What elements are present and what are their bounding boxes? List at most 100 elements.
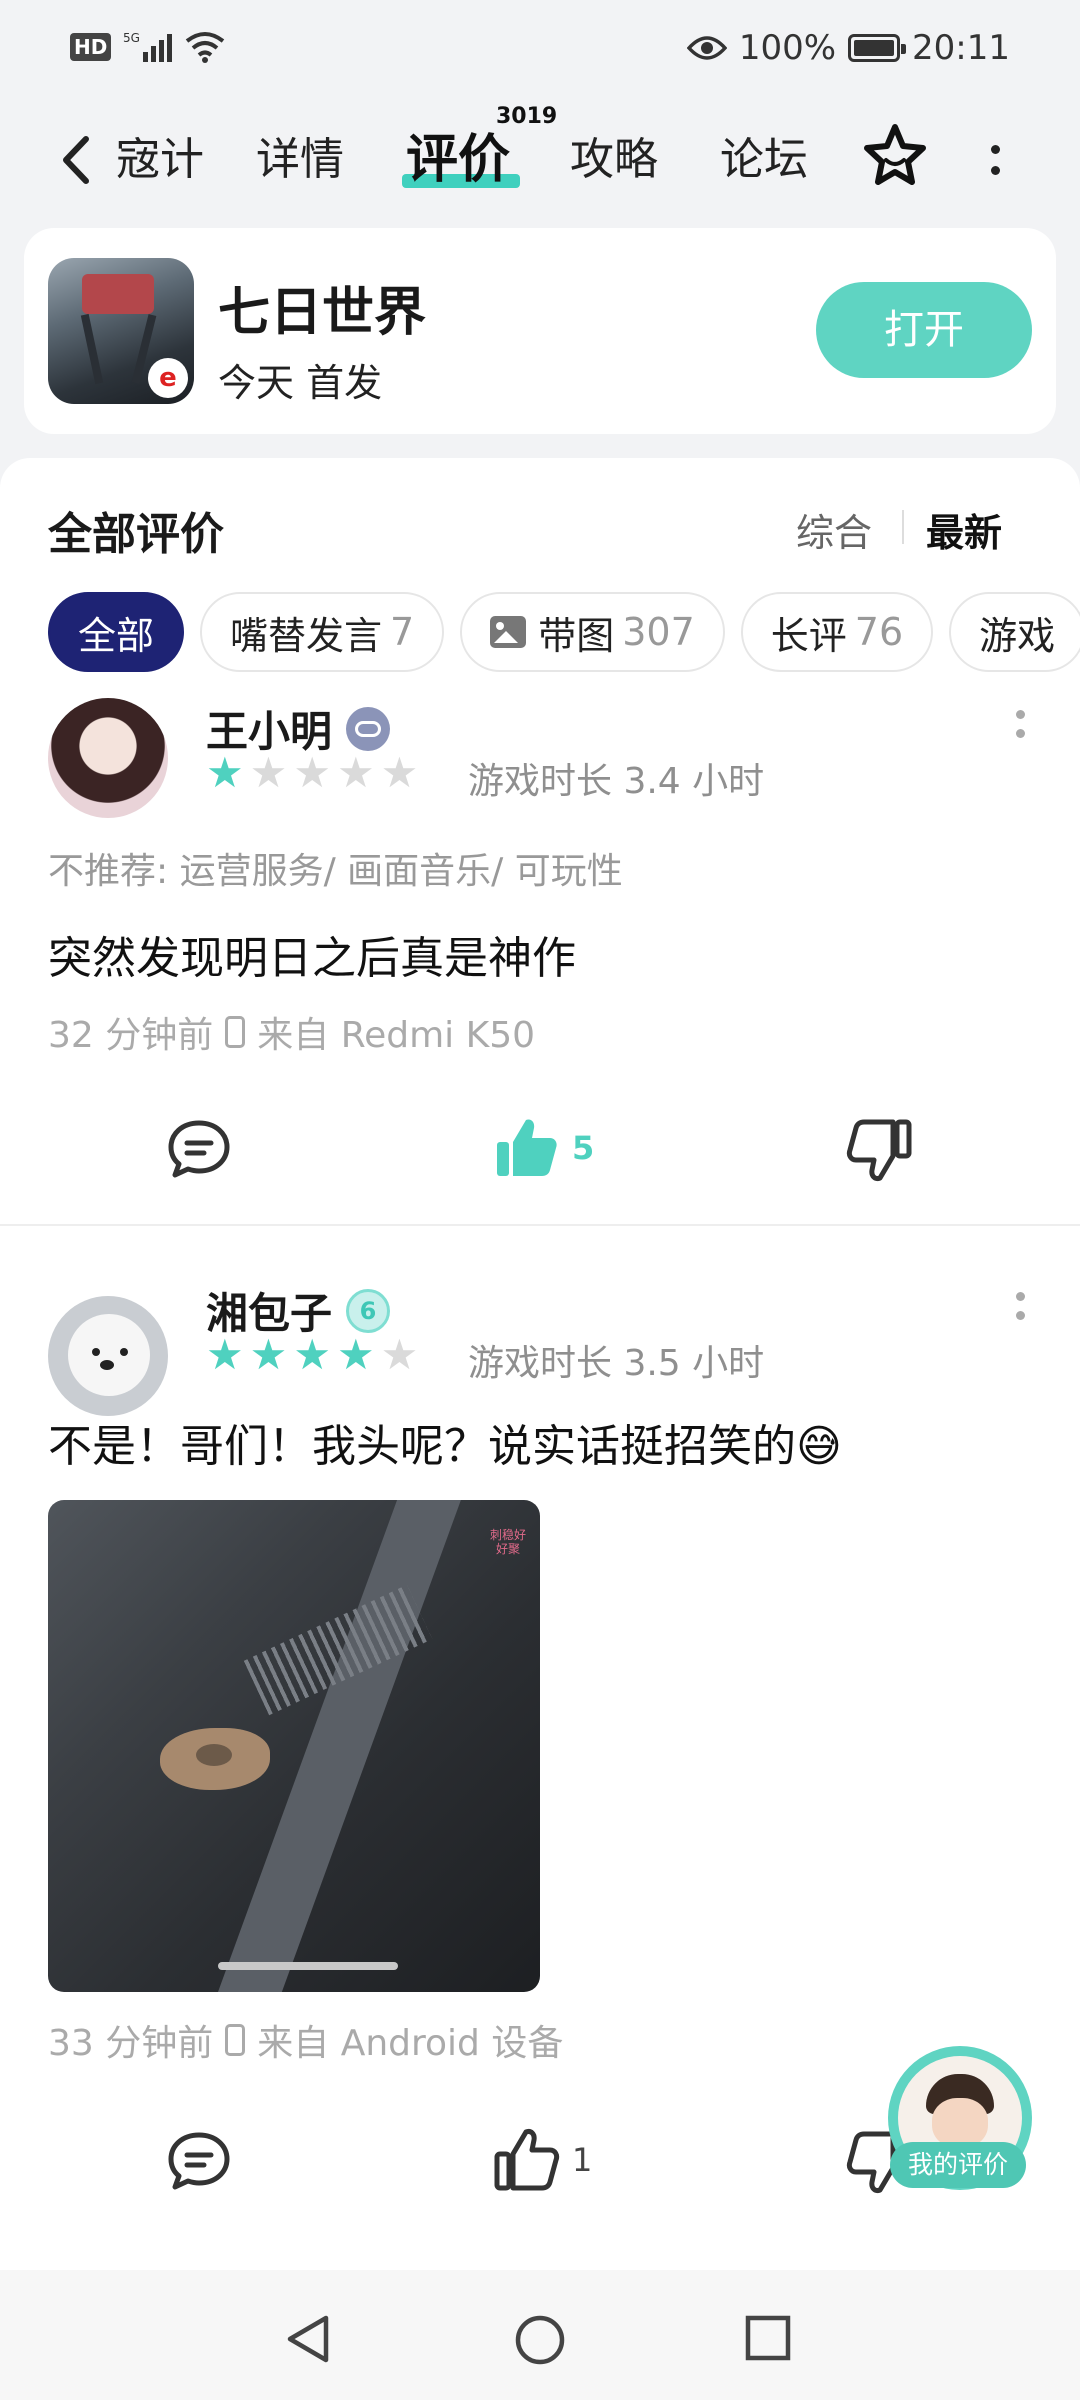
more-dot-icon [990, 145, 1000, 154]
filter-chip-label: 嘴替发言 [230, 613, 383, 658]
filter-chip-count: 76 [854, 610, 904, 654]
filter-chip-count: 307 [622, 610, 695, 654]
divider [0, 1224, 1080, 1226]
filter-chip-game[interactable]: 游戏 [949, 592, 1080, 672]
more-menu-button[interactable] [980, 130, 1010, 190]
star-empty-icon: ★ [380, 748, 419, 797]
comment-button[interactable] [166, 1118, 232, 1180]
section-title: 全部评价 [48, 509, 224, 560]
review-text[interactable]: 不是！哥们！我头呢？说实话挺招笑的😅 [48, 1410, 842, 1474]
review-device: 来自 Redmi K50 [257, 1015, 536, 1056]
comment-icon [168, 1120, 230, 1178]
signal-icon: 5G [123, 31, 173, 62]
star-empty-icon: ★ [293, 748, 331, 797]
play-time: 游戏时长 3.4 小时 [468, 761, 765, 802]
filter-chip-long[interactable]: 长评 76 [740, 592, 934, 672]
star-empty-icon: ★ [380, 1330, 419, 1379]
status-bar: HD 5G 100% 20:11 [0, 0, 1080, 100]
tab-forum[interactable]: 论坛 [720, 130, 808, 190]
image-icon [490, 616, 527, 648]
rating-stars: ★ ★ ★ ★ ★ [206, 1334, 418, 1376]
eye-icon [686, 36, 727, 60]
top-nav: 宼计 详情 评价 3019 攻略 论坛 [0, 100, 1080, 220]
wifi-icon [186, 32, 225, 63]
system-nav-bar [0, 2270, 1080, 2400]
star-empty-icon: ★ [249, 748, 288, 797]
app-icon[interactable]: e [48, 258, 194, 404]
filter-chips: 全部 嘴替发言 7 带图 307 长评 76 游戏 [48, 592, 1080, 672]
review-tags: 不推荐: 运营服务/ 画面音乐/ 可玩性 [48, 851, 623, 892]
back-button[interactable] [58, 130, 106, 190]
tab-guides[interactable]: 攻略 [570, 130, 658, 190]
star-filled-icon: ★ [293, 1330, 331, 1379]
filter-chip-with-images[interactable]: 带图 307 [460, 592, 725, 672]
my-review-button[interactable]: 我的评价 [890, 2142, 1026, 2188]
nav-recents-icon[interactable] [744, 2314, 792, 2362]
tab-reviews[interactable]: 评价 [406, 130, 510, 190]
open-button[interactable]: 打开 [816, 282, 1032, 378]
filter-chip-label: 游戏 [979, 613, 1056, 658]
tab-details[interactable]: 详情 [256, 130, 344, 190]
nav-home-icon[interactable] [514, 2314, 566, 2366]
back-label[interactable]: 宼计 [116, 130, 204, 190]
battery-icon [848, 34, 907, 62]
more-dot-icon [1015, 1311, 1025, 1320]
app-card: e 七日世界 今天 首发 打开 [24, 228, 1056, 434]
star-outline-icon [864, 124, 926, 185]
filter-chip-count: 7 [390, 610, 415, 654]
review-time: 33 分钟前 [48, 2023, 214, 2064]
chevron-left-icon [63, 136, 89, 184]
network-label: 5G [123, 31, 140, 45]
reviews-panel: 全部评价 综合 最新 全部 嘴替发言 7 带图 307 长评 76 游戏 王小明… [0, 458, 1080, 2270]
tab-reviews-count: 3019 [496, 104, 558, 129]
sort-combined[interactable]: 综合 [796, 502, 872, 557]
review-card: 王小明 ★ ★ ★ ★ ★ 游戏时长 3.4 小时 不推荐: 运营服务/ 画面音乐/ 可… [0, 698, 1080, 1280]
publisher-logo-icon: e [148, 358, 188, 398]
dislike-button[interactable] [846, 1118, 912, 1182]
review-device: 来自 Android 设备 [257, 2023, 564, 2064]
nav-back-icon[interactable] [284, 2314, 332, 2364]
thumbs-up-filled-icon [497, 1119, 557, 1176]
star-filled-icon: ★ [206, 748, 244, 797]
swirl-badge-icon: 6 [346, 1288, 391, 1333]
clock: 20:11 [912, 28, 1010, 68]
star-filled-icon: ★ [206, 1330, 244, 1379]
review-more-button[interactable] [1014, 710, 1026, 738]
thumbs-up-icon [494, 2129, 560, 2191]
phone-icon [225, 1016, 246, 1048]
more-dot-icon [1015, 710, 1025, 719]
app-name: 七日世界 [218, 283, 427, 343]
like-count: 1 [572, 2141, 593, 2179]
star-filled-icon: ★ [336, 1330, 375, 1379]
filter-chip-quotes[interactable]: 嘴替发言 7 [200, 592, 445, 672]
like-count: 5 [572, 1129, 595, 1167]
star-filled-icon: ★ [249, 1330, 288, 1379]
review-meta: 32 分钟前 来自 Redmi K50 [48, 1006, 535, 1058]
review-time: 32 分钟前 [48, 1015, 214, 1056]
photo-overlay-text: 刺稳好 好聚 [489, 1528, 526, 1556]
comment-button[interactable] [166, 2130, 232, 2192]
filter-chip-label: 带图 [538, 613, 615, 658]
like-button[interactable]: 1 [494, 2128, 592, 2192]
sort-latest[interactable]: 最新 [926, 502, 1002, 557]
star-empty-icon: ★ [336, 748, 375, 797]
phone-icon [225, 2024, 246, 2056]
filter-chip-all[interactable]: 全部 [48, 592, 185, 672]
more-dot-icon [1015, 729, 1025, 738]
avatar[interactable] [48, 698, 168, 818]
sort-divider [902, 510, 904, 544]
filter-chip-label: 全部 [78, 613, 155, 658]
like-button[interactable]: 5 [494, 1116, 594, 1180]
gamepad-badge-icon [346, 706, 391, 751]
review-text[interactable]: 突然发现明日之后真是神作 [48, 922, 576, 986]
review-meta: 33 分钟前 来自 Android 设备 [48, 2014, 563, 2066]
more-dot-icon [990, 166, 1000, 175]
avatar[interactable] [48, 1296, 168, 1416]
battery-percent: 100% [738, 28, 837, 68]
review-photo[interactable]: 刺稳好 好聚 [48, 1500, 540, 1992]
rating-stars: ★ ★ ★ ★ ★ [206, 752, 418, 794]
favorite-button[interactable] [862, 122, 928, 188]
thumbs-down-icon [846, 1119, 912, 1181]
more-dot-icon [1015, 1292, 1025, 1301]
review-more-button[interactable] [1014, 1292, 1026, 1320]
